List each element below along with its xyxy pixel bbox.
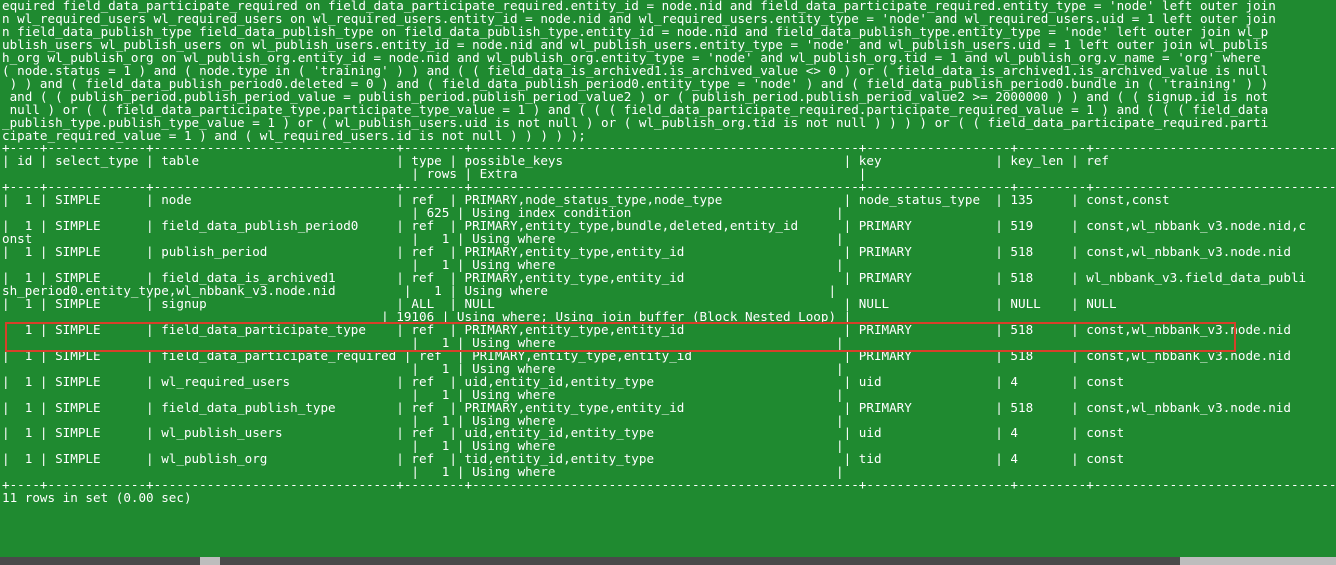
horizontal-scrollbar[interactable]	[0, 557, 1336, 565]
mysql-terminal-window[interactable]: equired field_data_participate_required …	[0, 0, 1336, 565]
table-border: +----+-------------+--------------------…	[2, 477, 1336, 493]
result-summary: 11 rows in set (0.00 sec)	[2, 490, 192, 506]
scrollbar-track	[0, 557, 200, 565]
terminal-output: equired field_data_participate_required …	[2, 0, 1336, 505]
scrollbar-thumb[interactable]	[220, 557, 1180, 565]
